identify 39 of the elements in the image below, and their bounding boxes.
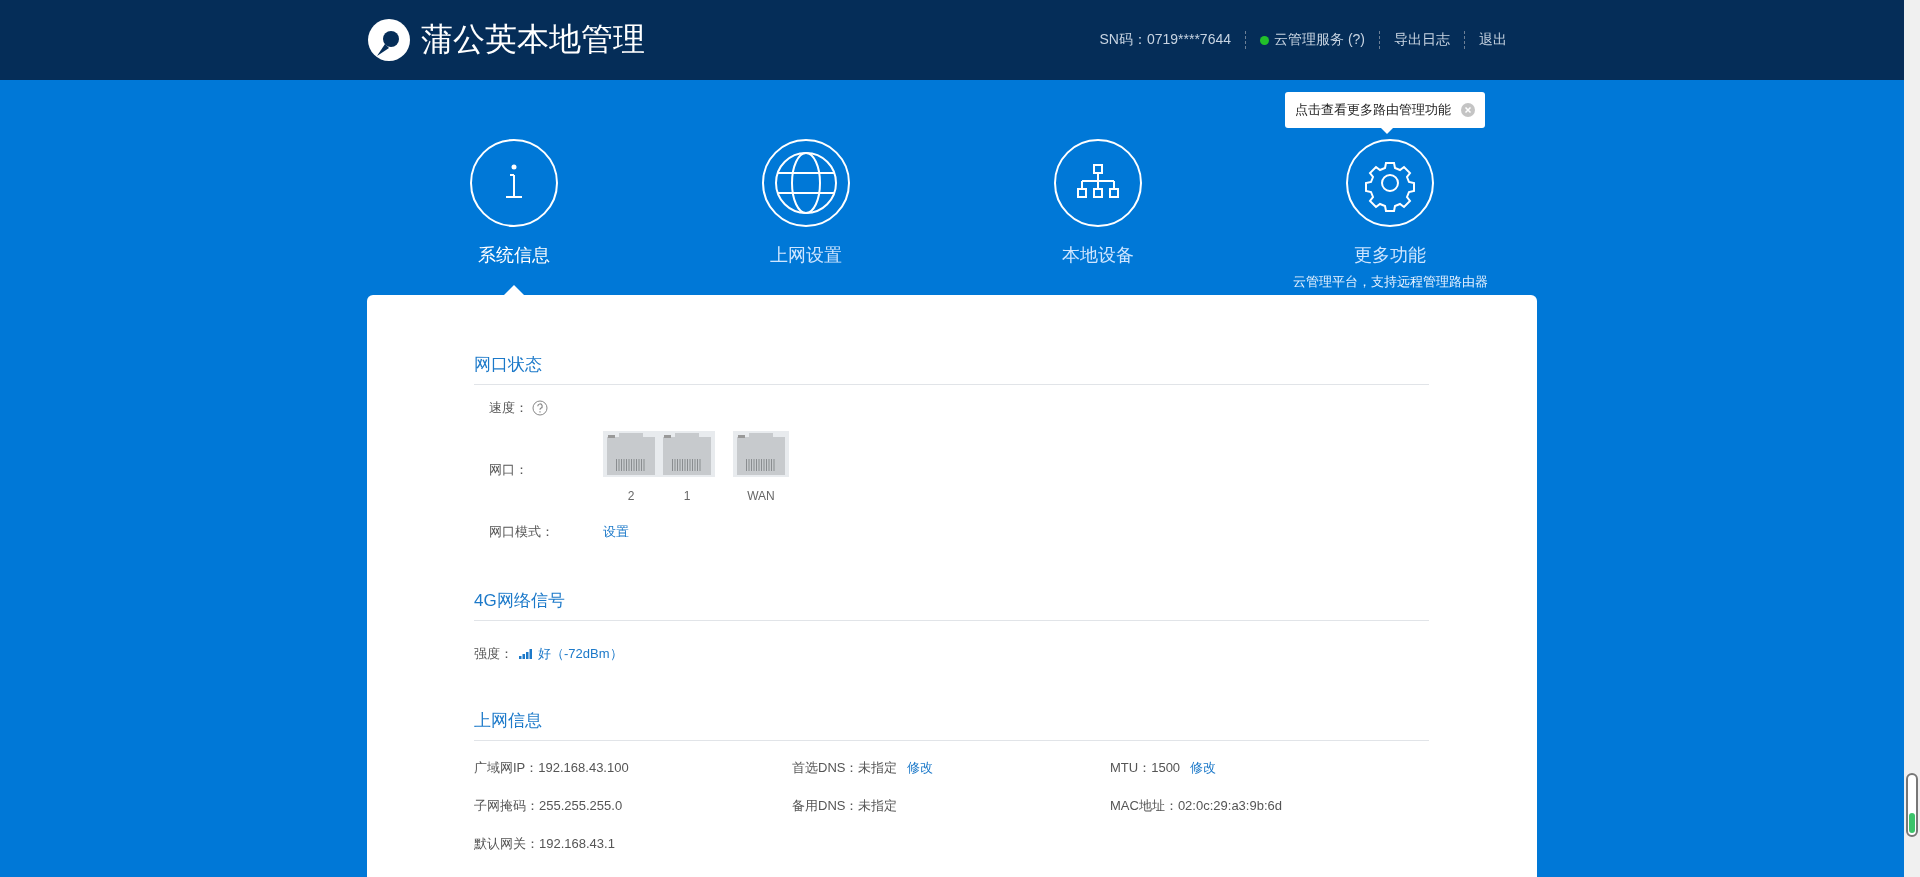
field-value: 1500 <box>1151 760 1181 775</box>
nav-tab[interactable]: 更多功能 <box>1354 243 1426 267</box>
field-value: 192.168.43.100 <box>538 760 629 775</box>
field-label: 子网掩码： <box>474 798 539 813</box>
field-value: 未指定 <box>858 798 898 813</box>
header-link[interactable]: 退出 <box>1464 31 1521 49</box>
field-label: 默认网关： <box>474 836 539 851</box>
field-label: 广域网IP： <box>474 760 539 775</box>
tooltip-text: 点击查看更多路由管理功能 <box>1295 101 1451 119</box>
serial-number: SN码：0719****7644 <box>1098 31 1232 49</box>
header-link[interactable]: 导出日志 <box>1379 31 1464 49</box>
field-label: 网口： <box>489 461 529 479</box>
section-title: 上网信息 <box>474 709 1429 741</box>
nav-tab[interactable]: 系统信息 <box>478 243 550 267</box>
edit-link[interactable]: 修改 <box>1190 760 1217 775</box>
nav-subtitle: 云管理平台，支持远程管理路由器 <box>1292 273 1488 291</box>
field-label: 速度： <box>489 399 528 417</box>
section-title: 4G网络信号 <box>474 589 1429 621</box>
settings-link[interactable]: 设置 <box>603 523 629 541</box>
port-label: 1 <box>683 489 691 503</box>
signal-value: 好（-72dBm） <box>538 645 623 663</box>
port-label: WAN <box>747 489 775 503</box>
field-label: 备用DNS： <box>792 798 859 813</box>
edit-link[interactable]: 修改 <box>907 760 934 775</box>
field-label: MTU： <box>1110 760 1152 775</box>
field-label: 强度： <box>474 645 513 663</box>
nav-tab[interactable]: 本地设备 <box>1062 243 1134 267</box>
field-value: 192.168.43.1 <box>539 836 615 851</box>
field-value: 255.255.255.0 <box>539 798 623 813</box>
field-label: 首选DNS： <box>792 760 859 775</box>
app-title: 蒲公英本地管理 <box>421 20 645 59</box>
field-label: 网口模式： <box>489 523 555 541</box>
field-value: 02:0c:29:a3:9b:6d <box>1177 798 1282 813</box>
field-value: 未指定 <box>858 760 898 775</box>
nav-tab[interactable]: 上网设置 <box>770 243 842 267</box>
field-label: MAC地址： <box>1110 798 1178 813</box>
port-label: 2 <box>627 489 635 503</box>
section-title: 网口状态 <box>474 353 1429 385</box>
cloud-service-link[interactable]: 云管理服务 (?) <box>1245 31 1379 49</box>
